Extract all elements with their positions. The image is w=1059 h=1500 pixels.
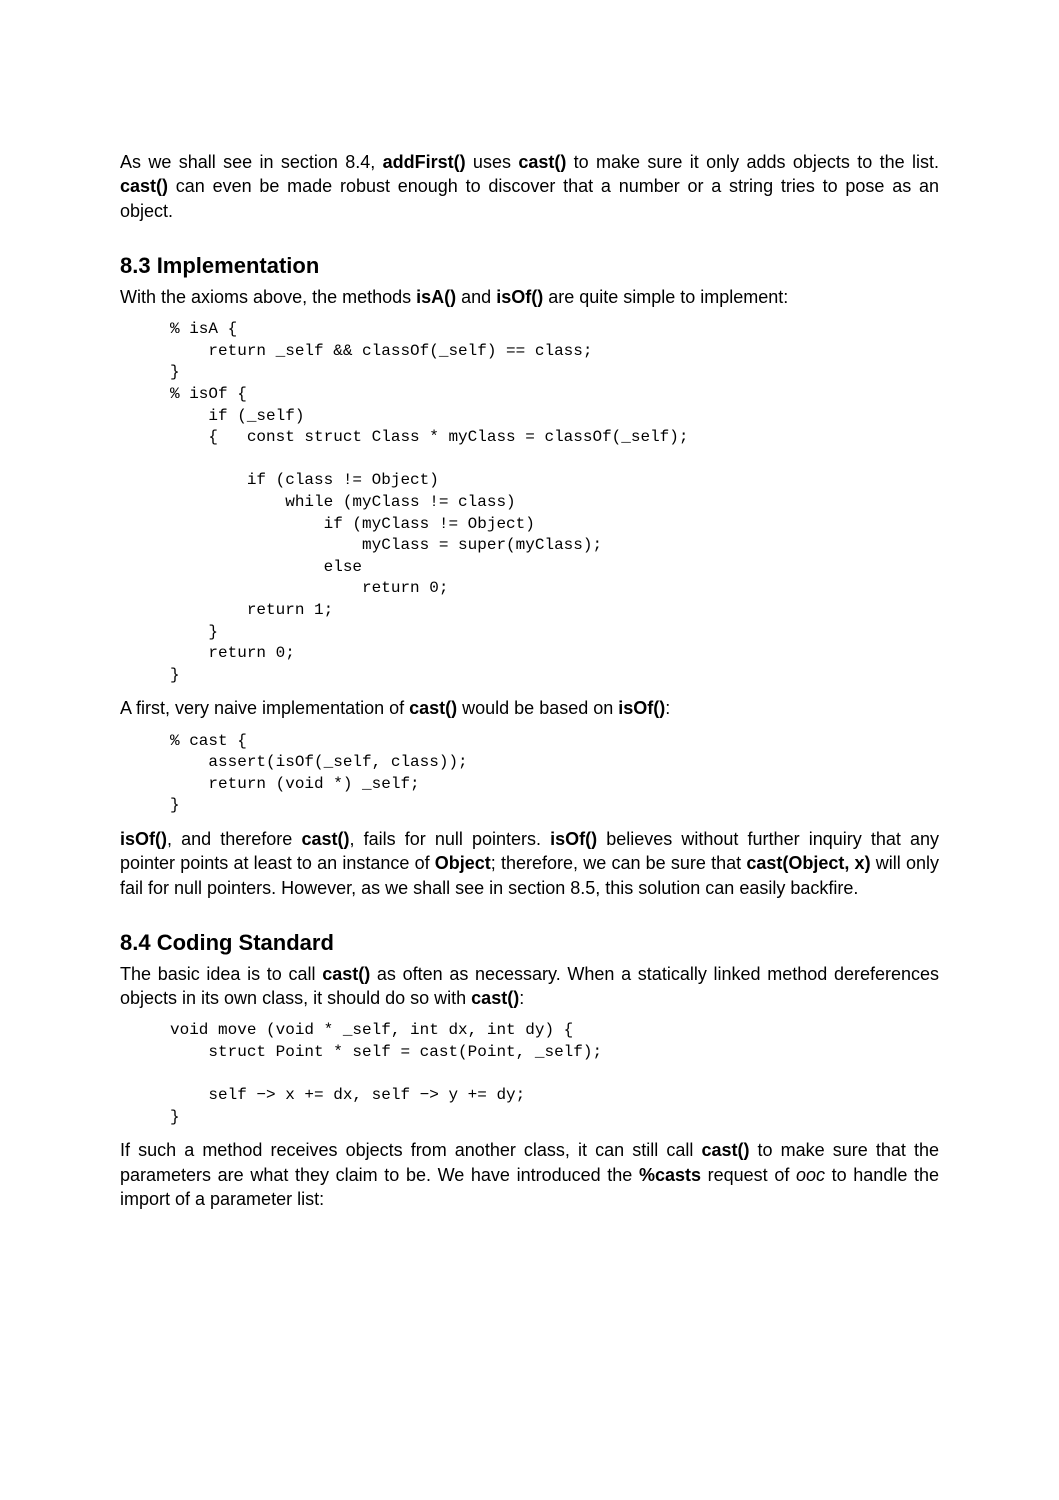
bold-object: Object: [435, 853, 491, 873]
text: :: [519, 988, 524, 1008]
code-block-cast: % cast { assert(isOf(_self, class)); ret…: [170, 731, 939, 817]
bold-cast: cast(): [120, 176, 168, 196]
paragraph-8-4-receives: If such a method receives objects from a…: [120, 1138, 939, 1211]
text: would be based on: [457, 698, 618, 718]
bold-cast: cast(): [301, 829, 349, 849]
text: can even be made robust enough to discov…: [120, 176, 939, 220]
paragraph-8-3-intro: With the axioms above, the methods isA()…: [120, 285, 939, 309]
bold-isof: isOf(): [496, 287, 543, 307]
text: to make sure it only adds objects to the…: [566, 152, 939, 172]
text: and: [456, 287, 496, 307]
text: ; therefore, we can be sure that: [491, 853, 747, 873]
text: With the axioms above, the methods: [120, 287, 416, 307]
code-block-isa-isof: % isA { return _self && classOf(_self) =…: [170, 319, 939, 686]
text: As we shall see in section 8.4,: [120, 152, 383, 172]
bold-cast: cast(): [409, 698, 457, 718]
bold-cast: cast(): [471, 988, 519, 1008]
text: , fails for null pointers.: [349, 829, 550, 849]
paragraph-8-3-isof-fail: isOf(), and therefore cast(), fails for …: [120, 827, 939, 900]
document-page: As we shall see in section 8.4, addFirst…: [0, 0, 1059, 1279]
bold-cast: cast(): [518, 152, 566, 172]
text: The basic idea is to call: [120, 964, 322, 984]
bold-cast-object-x: cast(Object, x): [746, 853, 870, 873]
bold-casts: %casts: [639, 1165, 701, 1185]
bold-cast: cast(): [322, 964, 370, 984]
text: request of: [701, 1165, 796, 1185]
bold-addfirst: addFirst(): [383, 152, 466, 172]
paragraph-intro: As we shall see in section 8.4, addFirst…: [120, 150, 939, 223]
text: are quite simple to implement:: [543, 287, 788, 307]
italic-ooc: ooc: [796, 1165, 825, 1185]
code-block-move: void move (void * _self, int dx, int dy)…: [170, 1020, 939, 1128]
paragraph-8-3-naive: A first, very naive implementation of ca…: [120, 696, 939, 720]
heading-8-4-coding-standard: 8.4 Coding Standard: [120, 930, 939, 956]
bold-cast: cast(): [701, 1140, 749, 1160]
text: A first, very naive implementation of: [120, 698, 409, 718]
text: :: [665, 698, 670, 718]
bold-isof: isOf(): [618, 698, 665, 718]
text: , and therefore: [167, 829, 301, 849]
text: uses: [466, 152, 519, 172]
text: If such a method receives objects from a…: [120, 1140, 701, 1160]
heading-8-3-implementation: 8.3 Implementation: [120, 253, 939, 279]
paragraph-8-4-intro: The basic idea is to call cast() as ofte…: [120, 962, 939, 1011]
bold-isof: isOf(): [120, 829, 167, 849]
bold-isa: isA(): [416, 287, 456, 307]
bold-isof: isOf(): [550, 829, 597, 849]
